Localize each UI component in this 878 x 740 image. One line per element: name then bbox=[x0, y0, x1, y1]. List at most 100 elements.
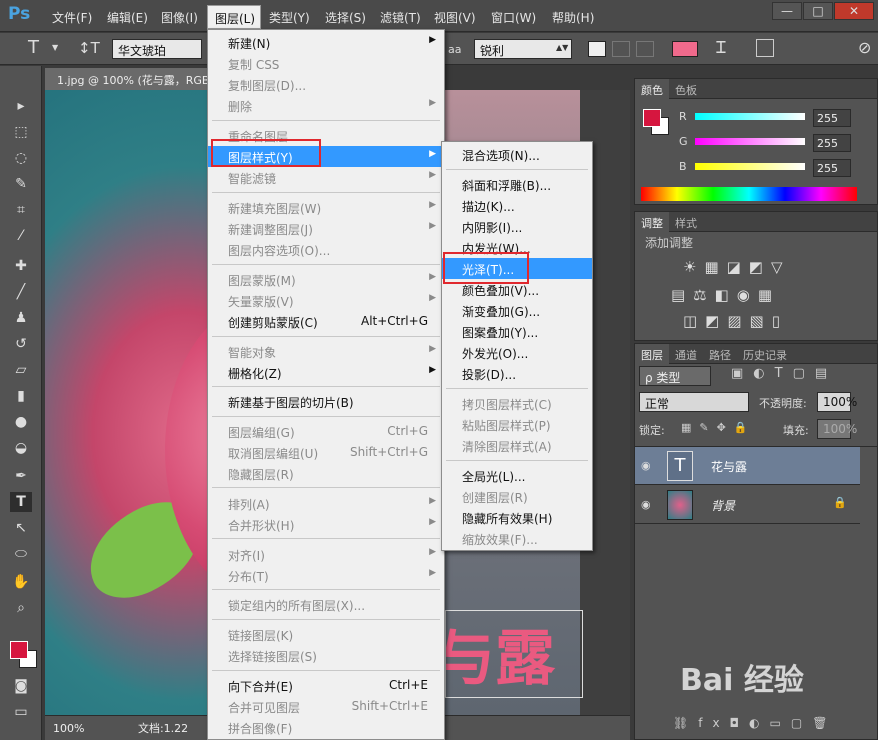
style-menu-item[interactable]: 内阴影(I)... bbox=[442, 216, 592, 237]
zoom-level[interactable]: 100% bbox=[53, 722, 84, 735]
document-tab[interactable]: 1.jpg @ 100% (花与露，RGB bbox=[45, 68, 210, 90]
healing-brush-tool-icon[interactable]: ✚ bbox=[10, 256, 32, 276]
warp-text-icon[interactable]: Ꮖ bbox=[716, 38, 727, 58]
style-menu-item[interactable]: 描边(K)... bbox=[442, 195, 592, 216]
pen-tool-icon[interactable]: ✒ bbox=[10, 466, 32, 486]
tab-styles[interactable]: 样式 bbox=[669, 212, 703, 234]
g-value[interactable]: 255 bbox=[813, 134, 851, 152]
text-color-swatch[interactable] bbox=[672, 41, 698, 57]
layer-menu-item[interactable]: 创建剪贴蒙版(C) Alt+Ctrl+G bbox=[208, 311, 444, 332]
adjust-icons-row3[interactable]: ◫◩▨▧▯ bbox=[683, 312, 788, 330]
adjust-icons-row2[interactable]: ▤⚖◧◉▦ bbox=[671, 286, 780, 304]
text-bounding-box[interactable] bbox=[445, 610, 583, 698]
menu-select[interactable]: 选择(S) bbox=[325, 9, 366, 26]
tab-paths[interactable]: 路径 bbox=[703, 344, 737, 366]
stamp-tool-icon[interactable]: ♟ bbox=[10, 308, 32, 328]
history-brush-tool-icon[interactable]: ↺ bbox=[10, 334, 32, 354]
menu-image[interactable]: 图像(I) bbox=[161, 9, 198, 26]
layer-menu-item[interactable]: 向下合并(E) Ctrl+E bbox=[208, 675, 444, 696]
g-slider[interactable] bbox=[695, 138, 805, 145]
tab-channels[interactable]: 通道 bbox=[669, 344, 703, 366]
menu-window[interactable]: 窗口(W) bbox=[491, 9, 536, 26]
style-menu-item[interactable]: 图案叠加(Y)... bbox=[442, 321, 592, 342]
menu-layer[interactable]: 图层(L) bbox=[207, 5, 261, 29]
b-slider[interactable] bbox=[695, 163, 805, 170]
minimize-button[interactable]: — bbox=[772, 2, 802, 20]
style-menu-item[interactable]: 混合选项(N)... bbox=[442, 144, 592, 165]
move-tool-icon[interactable]: ▸ bbox=[10, 96, 32, 116]
r-value[interactable]: 255 bbox=[813, 109, 851, 127]
layer-menu-item: 锁定组内的所有图层(X)... bbox=[208, 594, 444, 615]
tab-history[interactable]: 历史记录 bbox=[737, 344, 793, 366]
align-right-icon[interactable] bbox=[636, 41, 654, 57]
layer-row-background[interactable]: ◉ 背景 🔒 bbox=[635, 486, 860, 524]
menu-filter[interactable]: 滤镜(T) bbox=[380, 9, 421, 26]
gradient-tool-icon[interactable]: ▮ bbox=[10, 386, 32, 406]
blur-tool-icon[interactable]: ● bbox=[10, 412, 32, 432]
style-menu-item[interactable]: 投影(D)... bbox=[442, 363, 592, 384]
style-menu-item[interactable]: 全局光(L)... bbox=[442, 465, 592, 486]
quick-select-tool-icon[interactable]: ✎ bbox=[10, 174, 32, 194]
fill-field[interactable]: 100% bbox=[817, 419, 857, 439]
layer-footer-icons[interactable]: ⛓fx◘◐▭▢🗑 bbox=[673, 716, 837, 730]
align-left-icon[interactable] bbox=[588, 41, 606, 57]
opacity-field[interactable]: 100% bbox=[817, 392, 857, 412]
tab-color[interactable]: 颜色 bbox=[635, 79, 669, 101]
layer-filter-select[interactable]: ρ 类型 bbox=[639, 366, 711, 386]
style-menu-item[interactable]: 隐藏所有效果(H) bbox=[442, 507, 592, 528]
r-slider[interactable] bbox=[695, 113, 805, 120]
type-tool-icon[interactable]: T bbox=[10, 492, 32, 512]
eraser-tool-icon[interactable]: ▱ bbox=[10, 360, 32, 380]
panel-fg-swatch[interactable] bbox=[643, 109, 661, 127]
text-orientation-icon[interactable]: ↕T bbox=[78, 39, 100, 57]
align-center-icon[interactable] bbox=[612, 41, 630, 57]
menu-edit[interactable]: 编辑(E) bbox=[107, 9, 148, 26]
tab-swatches[interactable]: 色板 bbox=[669, 79, 703, 101]
path-select-tool-icon[interactable]: ↖ bbox=[10, 518, 32, 538]
ellipse-tool-icon[interactable]: ⬭ bbox=[10, 544, 32, 564]
dodge-tool-icon[interactable]: ◒ bbox=[10, 438, 32, 458]
b-value[interactable]: 255 bbox=[813, 159, 851, 177]
layer-name[interactable]: 花与露 bbox=[711, 458, 747, 475]
menu-file[interactable]: 文件(F) bbox=[52, 9, 92, 26]
hand-tool-icon[interactable]: ✋ bbox=[10, 572, 32, 592]
lock-icons[interactable]: ▦✎✥🔒 bbox=[681, 421, 756, 434]
menu-bar: Ps 文件(F) 编辑(E) 图像(I) 图层(L) 类型(Y) 选择(S) 滤… bbox=[0, 0, 878, 32]
lasso-tool-icon[interactable]: ◌ bbox=[10, 148, 32, 168]
panels-toggle-icon[interactable] bbox=[756, 39, 774, 57]
cancel-icon[interactable]: ⊘ bbox=[858, 38, 871, 57]
font-family-field[interactable]: 华文琥珀 bbox=[112, 39, 202, 59]
blend-mode-select[interactable]: 正常 bbox=[639, 392, 749, 412]
layer-menu-item[interactable]: 新建基于图层的切片(B) bbox=[208, 391, 444, 412]
adjust-icons-row1[interactable]: ☀▦◪◩▽ bbox=[683, 258, 791, 276]
style-menu-item[interactable]: 斜面和浮雕(B)... bbox=[442, 174, 592, 195]
menu-type[interactable]: 类型(Y) bbox=[269, 9, 310, 26]
tab-layers[interactable]: 图层 bbox=[635, 344, 669, 366]
color-spectrum[interactable] bbox=[641, 187, 857, 201]
eye-icon[interactable]: ◉ bbox=[641, 459, 655, 472]
type-tool-icon[interactable]: T bbox=[28, 37, 39, 58]
brush-tool-icon[interactable]: ╱ bbox=[10, 282, 32, 302]
menu-help[interactable]: 帮助(H) bbox=[552, 9, 594, 26]
foreground-color-swatch[interactable] bbox=[10, 641, 28, 659]
eye-icon[interactable]: ◉ bbox=[641, 498, 655, 511]
crop-tool-icon[interactable]: ⌗ bbox=[10, 200, 32, 220]
maximize-button[interactable]: □ bbox=[803, 2, 833, 20]
layer-row-text[interactable]: ◉ T 花与露 bbox=[635, 447, 860, 485]
style-menu-item[interactable]: 渐变叠加(G)... bbox=[442, 300, 592, 321]
quick-mask-icon[interactable]: ◙ bbox=[10, 676, 32, 696]
tab-adjustments[interactable]: 调整 bbox=[635, 212, 669, 234]
layer-menu-item[interactable]: 新建(N) ▶ bbox=[208, 32, 444, 53]
style-menu-item[interactable]: 外发光(O)... bbox=[442, 342, 592, 363]
menu-view[interactable]: 视图(V) bbox=[434, 9, 476, 26]
chevron-down-icon[interactable]: ▼ bbox=[52, 43, 58, 52]
layer-name[interactable]: 背景 bbox=[711, 497, 735, 514]
photoshop-window: Ps 文件(F) 编辑(E) 图像(I) 图层(L) 类型(Y) 选择(S) 滤… bbox=[0, 0, 878, 740]
layer-menu-item[interactable]: 栅格化(Z) ▶ bbox=[208, 362, 444, 383]
marquee-tool-icon[interactable]: ⬚ bbox=[10, 122, 32, 142]
eyedropper-tool-icon[interactable]: ⁄ bbox=[10, 226, 32, 246]
close-button[interactable]: ✕ bbox=[834, 2, 874, 20]
layer-filter-icons[interactable]: ▣◐T▢▤ bbox=[731, 366, 837, 381]
zoom-tool-icon[interactable]: ⌕ bbox=[10, 598, 32, 618]
screen-mode-icon[interactable]: ▭ bbox=[10, 702, 32, 722]
